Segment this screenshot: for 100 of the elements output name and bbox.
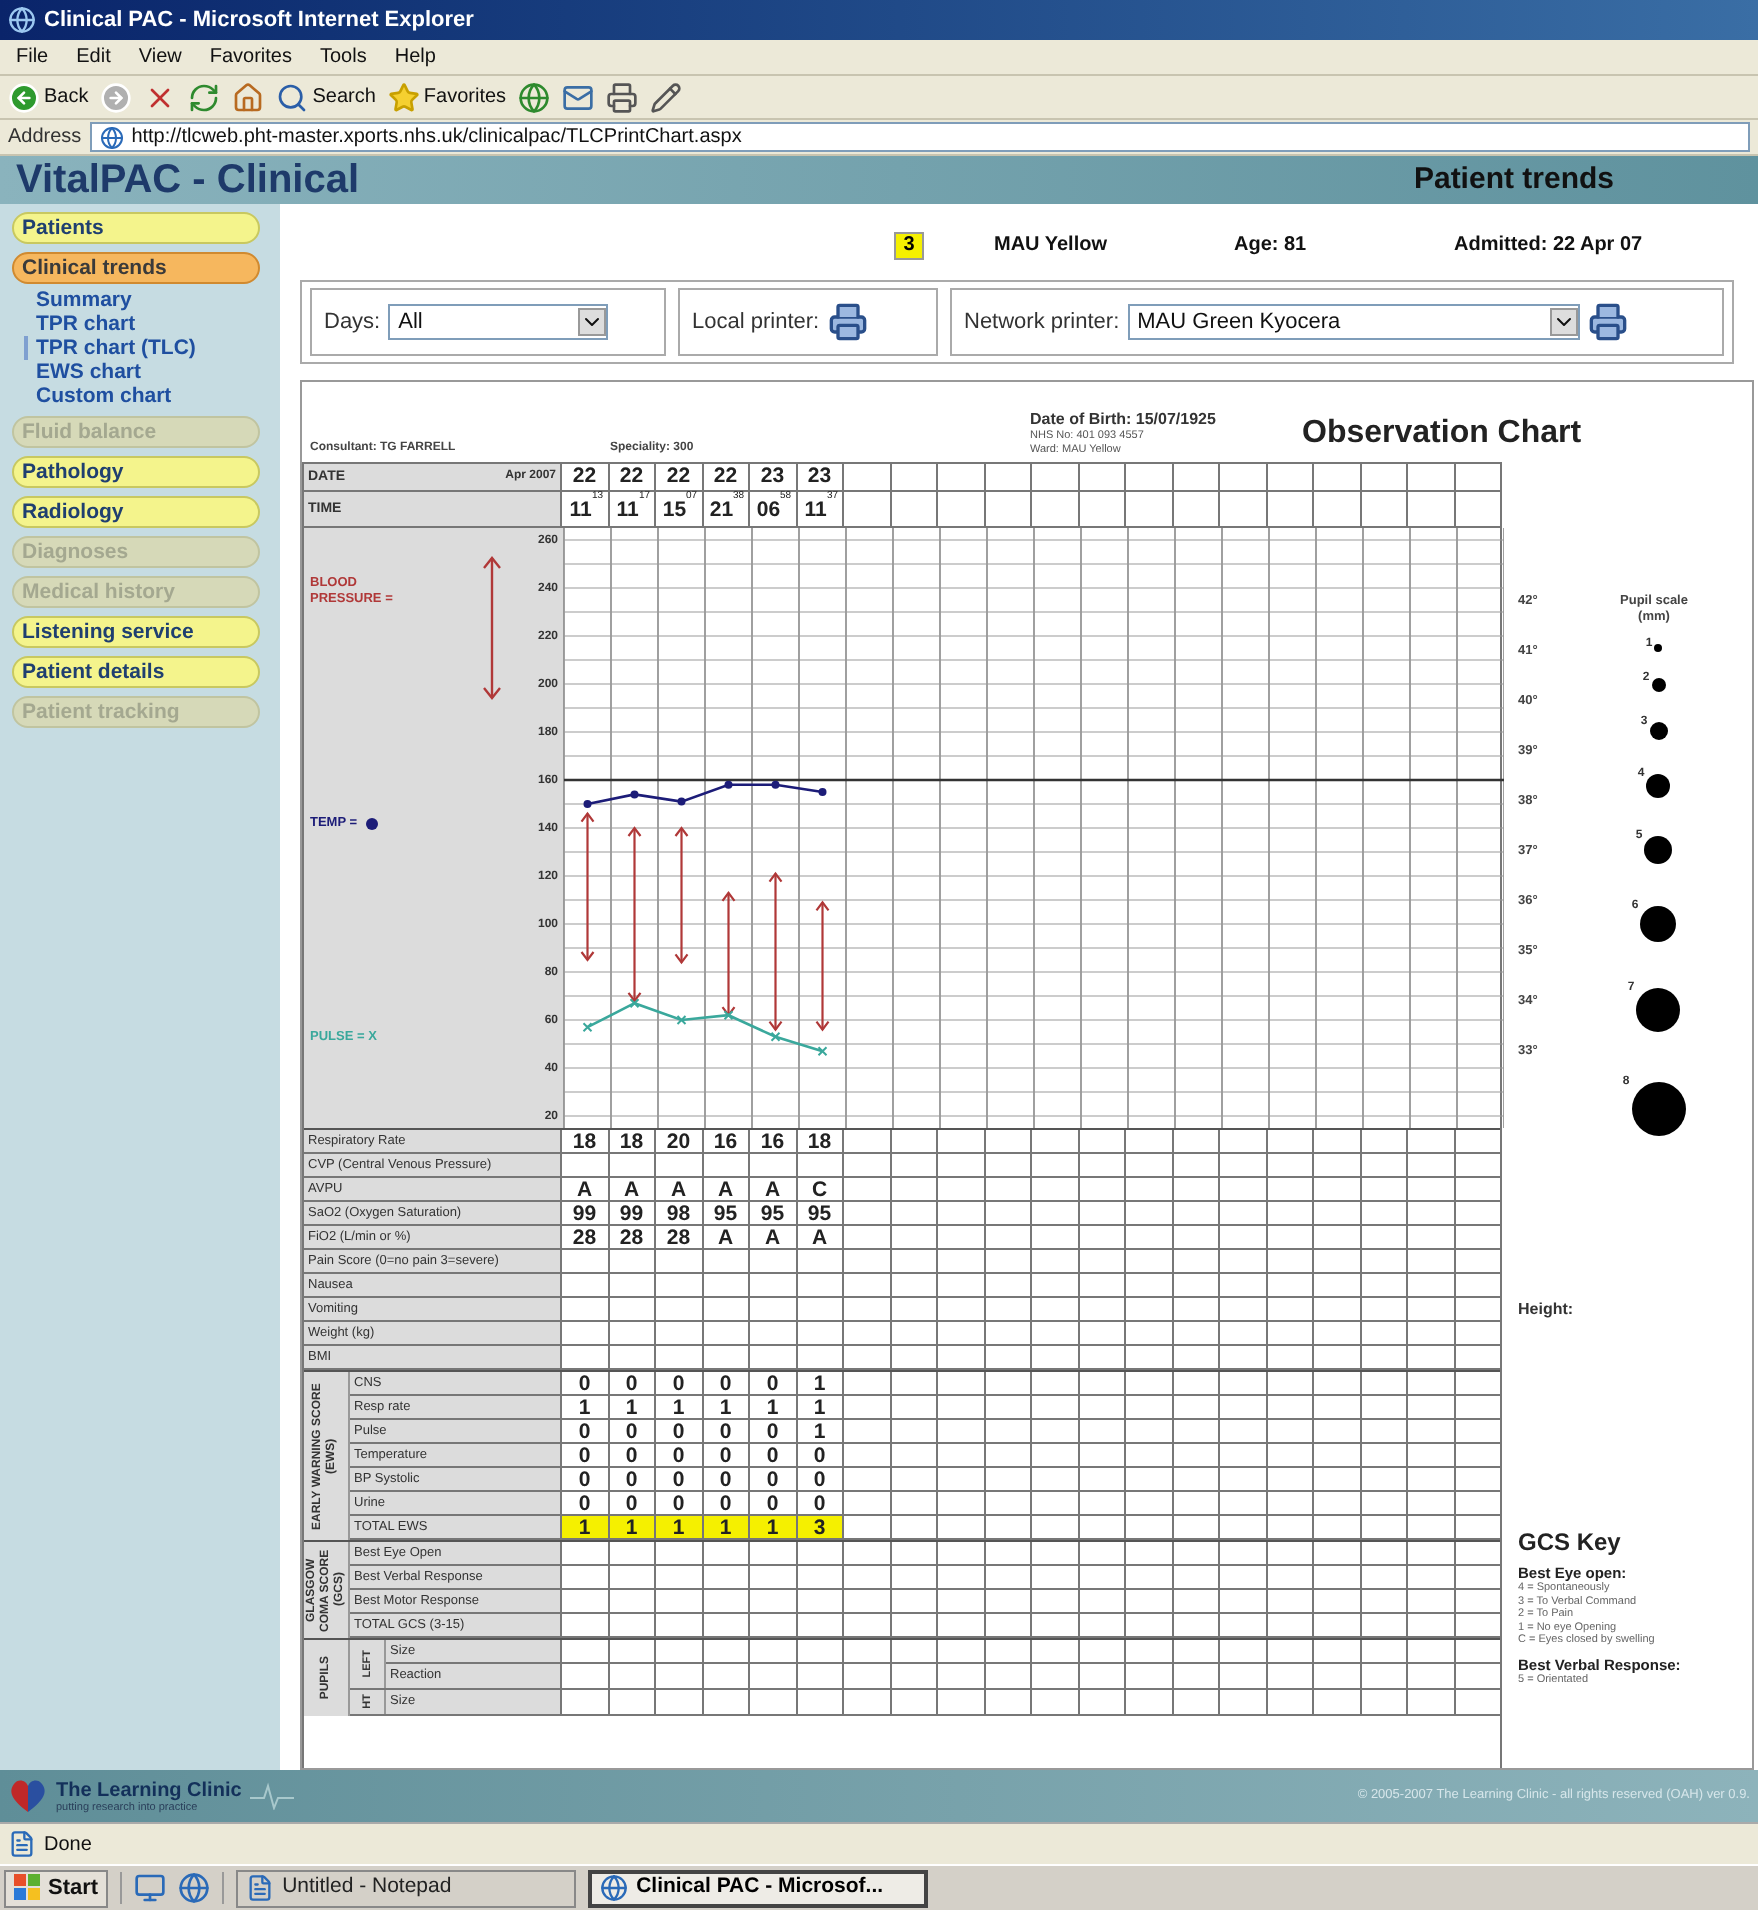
nav-item[interactable]: Pathology	[12, 456, 260, 488]
nav-item[interactable]: Listening service	[12, 616, 260, 648]
table-cell: 28	[560, 1226, 607, 1248]
table-cell: 0	[701, 1420, 748, 1442]
table-cell: 1	[654, 1396, 701, 1418]
window-title: Clinical PAC - Microsoft Internet Explorer	[44, 5, 474, 36]
point	[582, 1022, 593, 1033]
nav-item[interactable]: Patient details	[12, 656, 260, 688]
table-cell: C	[795, 1178, 842, 1200]
table-cell: 95	[701, 1202, 748, 1224]
nav-item[interactable]: Patients	[12, 212, 260, 244]
age-label: Age: 81	[1234, 232, 1309, 260]
table-cell: A	[654, 1178, 701, 1200]
printer-icon[interactable]	[827, 302, 868, 342]
table-cell: 1	[795, 1372, 842, 1394]
table-cell: 23	[795, 464, 842, 490]
table-cell: 0	[607, 1372, 654, 1394]
table-cell: 0	[560, 1444, 607, 1466]
point	[583, 800, 592, 808]
table-cell: 1	[701, 1516, 748, 1538]
gcs-key-title: GCS Key	[1518, 1528, 1623, 1556]
search-button[interactable]: Search	[276, 81, 376, 113]
taskbar-button[interactable]: Clinical PAC - Microsof...	[588, 1869, 929, 1907]
table-cell: 28	[654, 1226, 701, 1248]
table-cell: A	[607, 1178, 654, 1200]
table-cell: 22	[607, 464, 654, 490]
table-cell: 0	[654, 1444, 701, 1466]
subnav-link[interactable]: EWS chart	[28, 360, 280, 384]
address-field[interactable]: http://tlcweb.pht-master.xports.nhs.uk/clinicalpac/TLCPrintChart.aspx	[89, 122, 1750, 152]
table-cell: 16	[748, 1130, 795, 1152]
days-select[interactable]: All	[388, 304, 609, 340]
network-printer-select[interactable]: MAU Green Kyocera	[1127, 304, 1580, 340]
table-cell: 0	[654, 1372, 701, 1394]
start-button[interactable]: Start	[4, 1869, 109, 1907]
table-cell: A	[560, 1178, 607, 1200]
table-cell: A	[701, 1178, 748, 1200]
double-arrow-icon	[482, 556, 502, 700]
print-button[interactable]	[606, 81, 639, 113]
table-cell: 0	[795, 1492, 842, 1514]
page-title: Patient trends	[1413, 159, 1614, 200]
point	[629, 998, 640, 1009]
table-cell: 0	[701, 1468, 748, 1490]
table-cell: 95	[748, 1202, 795, 1224]
refresh-button[interactable]	[188, 81, 221, 113]
media-button[interactable]	[518, 81, 551, 113]
table-cell: 1	[748, 1516, 795, 1538]
menu-item[interactable]: Edit	[76, 42, 111, 72]
printer-icon[interactable]	[1587, 302, 1628, 342]
table-cell: 18	[607, 1130, 654, 1152]
table-cell: 1	[654, 1516, 701, 1538]
taskbar-button[interactable]: Untitled - Notepad	[236, 1869, 577, 1907]
date-of-birth-text: Date of Birth: 15/07/1925	[1030, 410, 1216, 430]
desktop-icon[interactable]	[134, 1872, 167, 1904]
ews-badge: 3	[894, 232, 924, 260]
table-cell: 0	[654, 1468, 701, 1490]
notepad-icon	[246, 1874, 275, 1902]
app-title: VitalPAC - Clinical	[16, 158, 360, 202]
dropdown-icon	[578, 308, 607, 336]
table-cell: 0	[748, 1492, 795, 1514]
dropdown-icon	[1549, 308, 1578, 336]
subnav-link[interactable]: Summary	[28, 288, 280, 312]
nav-item[interactable]: Clinical trends	[12, 252, 260, 284]
edit-button[interactable]	[650, 81, 683, 113]
admitted-label: Admitted: 22 Apr 07	[1454, 232, 1643, 260]
page-icon	[8, 1830, 36, 1858]
table-cell: 98	[654, 1202, 701, 1224]
status-text: Done	[44, 1831, 92, 1859]
menu-item[interactable]: Tools	[319, 42, 367, 72]
back-button[interactable]: Back	[8, 81, 89, 113]
mail-button[interactable]	[562, 81, 595, 113]
table-cell: 16	[701, 1130, 748, 1152]
back-icon	[8, 81, 40, 113]
menu-item[interactable]: Help	[394, 42, 436, 72]
pulse-wave-icon	[249, 1782, 294, 1810]
menu-item[interactable]: View	[138, 42, 182, 72]
table-cell: 1	[560, 1516, 607, 1538]
favorites-button[interactable]: Favorites	[387, 81, 507, 113]
search-icon	[276, 81, 309, 113]
point	[770, 1031, 781, 1042]
table-cell: 0	[748, 1420, 795, 1442]
table-cell: 20	[654, 1130, 701, 1152]
home-button[interactable]	[232, 81, 265, 113]
menu-item[interactable]: Favorites	[209, 42, 292, 72]
browser-icon	[600, 1874, 629, 1902]
point	[818, 788, 827, 796]
table-cell: 1	[795, 1396, 842, 1418]
subnav-link[interactable]: TPR chart	[28, 312, 280, 336]
table-cell: 22	[560, 464, 607, 490]
table-cell: 0	[795, 1468, 842, 1490]
table-cell: 1	[748, 1396, 795, 1418]
browser-icon[interactable]	[178, 1872, 211, 1904]
subnav-link[interactable]: TPR chart (TLC)	[24, 336, 280, 360]
table-cell: 1	[701, 1396, 748, 1418]
table-cell: 0	[701, 1372, 748, 1394]
table-cell: 18	[560, 1130, 607, 1152]
nav-item[interactable]: Radiology	[12, 496, 260, 528]
table-cell: A	[795, 1226, 842, 1248]
table-cell: 0	[748, 1372, 795, 1394]
subnav-link[interactable]: Custom chart	[28, 384, 280, 408]
menu-item[interactable]: File	[16, 42, 49, 72]
